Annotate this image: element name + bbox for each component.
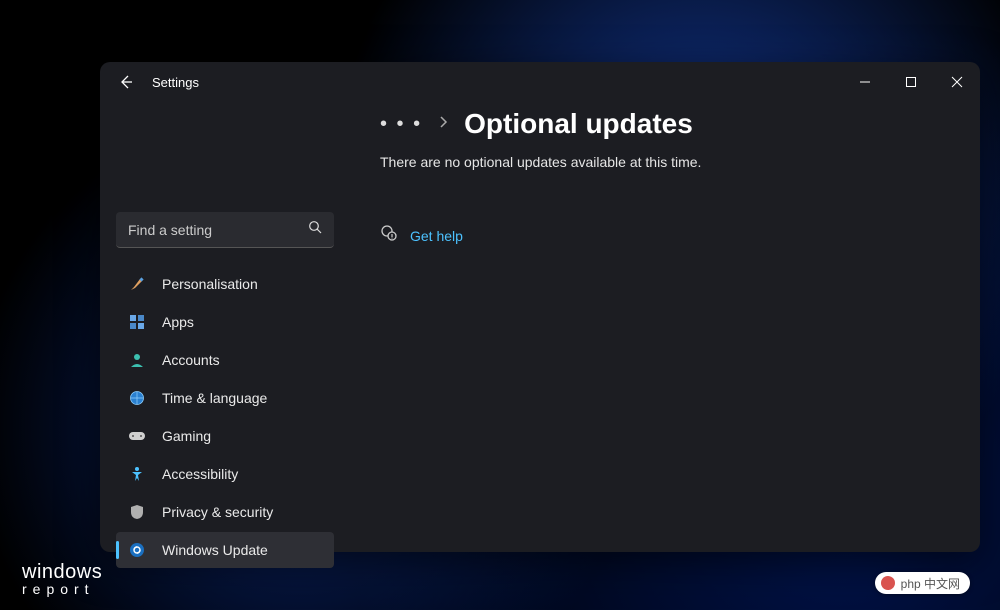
windows-report-watermark: windows report	[22, 563, 102, 596]
nav-list: Personalisation Apps Accounts	[116, 266, 334, 568]
sidebar-item-accounts[interactable]: Accounts	[116, 342, 334, 378]
get-help-label: Get help	[410, 228, 463, 244]
maximize-icon	[905, 76, 917, 88]
sidebar-item-label: Apps	[162, 314, 194, 330]
php-cn-badge: php 中文网	[875, 572, 970, 594]
paintbrush-icon	[126, 273, 148, 295]
settings-window: Settings Find a setting	[100, 62, 980, 552]
sidebar-item-privacy-security[interactable]: Privacy & security	[116, 494, 334, 530]
update-sync-icon	[126, 539, 148, 561]
window-controls	[842, 62, 980, 102]
breadcrumb: • • • Optional updates	[380, 108, 950, 140]
globe-clock-icon	[126, 387, 148, 409]
sidebar-item-label: Windows Update	[162, 542, 268, 558]
sidebar-item-time-language[interactable]: Time & language	[116, 380, 334, 416]
minimize-button[interactable]	[842, 62, 888, 102]
page-title: Optional updates	[464, 108, 693, 140]
sidebar: Find a setting Personalisation Apps	[100, 102, 350, 568]
php-badge-text: php 中文网	[901, 575, 960, 592]
sidebar-item-personalisation[interactable]: Personalisation	[116, 266, 334, 302]
get-help-link[interactable]: Get help	[380, 224, 950, 247]
maximize-button[interactable]	[888, 62, 934, 102]
sidebar-item-label: Time & language	[162, 390, 267, 406]
sidebar-item-gaming[interactable]: Gaming	[116, 418, 334, 454]
sidebar-item-label: Privacy & security	[162, 504, 273, 520]
watermark-line1: windows	[22, 563, 102, 581]
shield-icon	[126, 501, 148, 523]
php-badge-dot-icon	[881, 576, 895, 590]
search-placeholder: Find a setting	[128, 222, 308, 238]
sidebar-item-label: Accounts	[162, 352, 220, 368]
search-icon	[308, 220, 322, 239]
sidebar-item-label: Accessibility	[162, 466, 238, 482]
close-icon	[951, 76, 963, 88]
window-title: Settings	[152, 75, 199, 90]
status-text: There are no optional updates available …	[380, 154, 950, 170]
back-button[interactable]	[114, 74, 138, 90]
watermark-line2: report	[22, 583, 102, 596]
sidebar-item-accessibility[interactable]: Accessibility	[116, 456, 334, 492]
sidebar-item-windows-update[interactable]: Windows Update	[116, 532, 334, 568]
breadcrumb-ellipsis[interactable]: • • •	[380, 113, 422, 136]
person-icon	[126, 349, 148, 371]
sidebar-item-apps[interactable]: Apps	[116, 304, 334, 340]
minimize-icon	[859, 76, 871, 88]
back-arrow-icon	[118, 74, 134, 90]
gamepad-icon	[126, 425, 148, 447]
title-bar: Settings	[100, 62, 980, 102]
sidebar-item-label: Personalisation	[162, 276, 258, 292]
window-body: Find a setting Personalisation Apps	[100, 102, 980, 568]
chevron-right-icon	[438, 115, 448, 134]
help-icon	[380, 224, 398, 247]
apps-icon	[126, 311, 148, 333]
sidebar-item-label: Gaming	[162, 428, 211, 444]
search-input[interactable]: Find a setting	[116, 212, 334, 248]
accessibility-icon	[126, 463, 148, 485]
content-area: • • • Optional updates There are no opti…	[350, 102, 980, 568]
close-button[interactable]	[934, 62, 980, 102]
